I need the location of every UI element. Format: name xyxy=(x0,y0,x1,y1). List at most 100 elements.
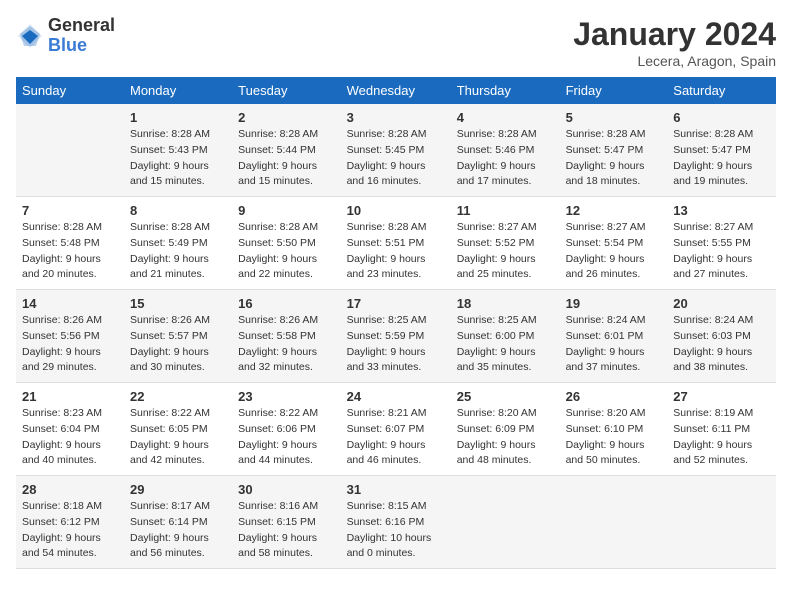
day-number: 23 xyxy=(238,389,334,404)
day-info: Sunrise: 8:28 AMSunset: 5:47 PMDaylight:… xyxy=(673,127,770,190)
day-info: Sunrise: 8:22 AMSunset: 6:05 PMDaylight:… xyxy=(130,406,226,469)
day-cell: 4Sunrise: 8:28 AMSunset: 5:46 PMDaylight… xyxy=(451,104,560,197)
day-number: 17 xyxy=(347,296,445,311)
day-cell: 13 Sunrise: 8:27 AMSunset: 5:55 PMDayligh… xyxy=(667,197,776,290)
day-cell: 22 Sunrise: 8:22 AMSunset: 6:05 PMDayligh… xyxy=(124,383,232,476)
day-info: Sunrise: 8:26 AMSunset: 5:57 PMDaylight:… xyxy=(130,313,226,376)
day-cell xyxy=(560,476,668,569)
day-info: Sunrise: 8:24 AMSunset: 6:01 PMDaylight:… xyxy=(566,313,662,376)
day-cell: 8 Sunrise: 8:28 AMSunset: 5:49 PMDaylight… xyxy=(124,197,232,290)
day-number: 11 xyxy=(457,203,554,218)
day-number: 28 xyxy=(22,482,118,497)
day-info: Sunrise: 8:27 AMSunset: 5:54 PMDaylight:… xyxy=(566,220,662,283)
day-number: 22 xyxy=(130,389,226,404)
day-cell: 27 Sunrise: 8:19 AMSunset: 6:11 PMDayligh… xyxy=(667,383,776,476)
day-cell: 26Sunrise: 8:20 AMSunset: 6:10 PMDayligh… xyxy=(560,383,668,476)
day-cell: 20 Sunrise: 8:24 AMSunset: 6:03 PMDayligh… xyxy=(667,290,776,383)
header-cell-wednesday: Wednesday xyxy=(341,77,451,104)
day-info: Sunrise: 8:25 AMSunset: 6:00 PMDaylight:… xyxy=(457,313,554,376)
day-number: 4 xyxy=(457,110,554,125)
day-number: 19 xyxy=(566,296,662,311)
day-info: Sunrise: 8:20 AMSunset: 6:09 PMDaylight:… xyxy=(457,406,554,469)
day-number: 14 xyxy=(22,296,118,311)
day-info: Sunrise: 8:28 AMSunset: 5:50 PMDaylight:… xyxy=(238,220,334,283)
day-number: 12 xyxy=(566,203,662,218)
day-number: 1 xyxy=(130,110,226,125)
header-row: SundayMondayTuesdayWednesdayThursdayFrid… xyxy=(16,77,776,104)
day-cell: 24Sunrise: 8:21 AMSunset: 6:07 PMDayligh… xyxy=(341,383,451,476)
day-cell xyxy=(16,104,124,197)
day-cell: 28 Sunrise: 8:18 AMSunset: 6:12 PMDayligh… xyxy=(16,476,124,569)
day-cell: 19 Sunrise: 8:24 AMSunset: 6:01 PMDayligh… xyxy=(560,290,668,383)
header-cell-thursday: Thursday xyxy=(451,77,560,104)
day-info: Sunrise: 8:17 AMSunset: 6:14 PMDaylight:… xyxy=(130,499,226,562)
week-row-1: 1 Sunrise: 8:28 AMSunset: 5:43 PMDaylight… xyxy=(16,104,776,197)
header-cell-sunday: Sunday xyxy=(16,77,124,104)
day-cell: 17 Sunrise: 8:25 AMSunset: 5:59 PMDayligh… xyxy=(341,290,451,383)
day-info: Sunrise: 8:28 AMSunset: 5:48 PMDaylight:… xyxy=(22,220,118,283)
day-cell: 14Sunrise: 8:26 AMSunset: 5:56 PMDayligh… xyxy=(16,290,124,383)
day-cell: 18 Sunrise: 8:25 AMSunset: 6:00 PMDayligh… xyxy=(451,290,560,383)
day-cell: 6 Sunrise: 8:28 AMSunset: 5:47 PMDaylight… xyxy=(667,104,776,197)
day-number: 26 xyxy=(566,389,662,404)
day-info: Sunrise: 8:16 AMSunset: 6:15 PMDaylight:… xyxy=(238,499,334,562)
day-info: Sunrise: 8:28 AMSunset: 5:49 PMDaylight:… xyxy=(130,220,226,283)
day-number: 6 xyxy=(673,110,770,125)
day-number: 15 xyxy=(130,296,226,311)
day-number: 5 xyxy=(566,110,662,125)
week-row-3: 14Sunrise: 8:26 AMSunset: 5:56 PMDayligh… xyxy=(16,290,776,383)
day-number: 9 xyxy=(238,203,334,218)
header-cell-monday: Monday xyxy=(124,77,232,104)
day-cell: 2Sunrise: 8:28 AMSunset: 5:44 PMDaylight… xyxy=(232,104,340,197)
day-number: 24 xyxy=(347,389,445,404)
day-number: 20 xyxy=(673,296,770,311)
day-cell: 7Sunrise: 8:28 AMSunset: 5:48 PMDaylight… xyxy=(16,197,124,290)
logo-general: General xyxy=(48,16,115,36)
day-info: Sunrise: 8:28 AMSunset: 5:47 PMDaylight:… xyxy=(566,127,662,190)
week-row-5: 28 Sunrise: 8:18 AMSunset: 6:12 PMDayligh… xyxy=(16,476,776,569)
header-cell-saturday: Saturday xyxy=(667,77,776,104)
day-cell: 25 Sunrise: 8:20 AMSunset: 6:09 PMDayligh… xyxy=(451,383,560,476)
day-info: Sunrise: 8:18 AMSunset: 6:12 PMDaylight:… xyxy=(22,499,118,562)
day-info: Sunrise: 8:24 AMSunset: 6:03 PMDaylight:… xyxy=(673,313,770,376)
day-cell: 12 Sunrise: 8:27 AMSunset: 5:54 PMDayligh… xyxy=(560,197,668,290)
day-cell xyxy=(451,476,560,569)
logo-icon xyxy=(16,22,44,50)
day-info: Sunrise: 8:22 AMSunset: 6:06 PMDaylight:… xyxy=(238,406,334,469)
day-info: Sunrise: 8:28 AMSunset: 5:51 PMDaylight:… xyxy=(347,220,445,283)
logo-text: General Blue xyxy=(48,16,115,56)
day-info: Sunrise: 8:23 AMSunset: 6:04 PMDaylight:… xyxy=(22,406,118,469)
day-cell xyxy=(667,476,776,569)
day-number: 18 xyxy=(457,296,554,311)
day-cell: 30 Sunrise: 8:16 AMSunset: 6:15 PMDayligh… xyxy=(232,476,340,569)
day-cell: 23 Sunrise: 8:22 AMSunset: 6:06 PMDayligh… xyxy=(232,383,340,476)
day-info: Sunrise: 8:25 AMSunset: 5:59 PMDaylight:… xyxy=(347,313,445,376)
day-cell: 16Sunrise: 8:26 AMSunset: 5:58 PMDayligh… xyxy=(232,290,340,383)
day-number: 13 xyxy=(673,203,770,218)
day-number: 21 xyxy=(22,389,118,404)
day-cell: 10 Sunrise: 8:28 AMSunset: 5:51 PMDayligh… xyxy=(341,197,451,290)
day-number: 31 xyxy=(347,482,445,497)
header-cell-friday: Friday xyxy=(560,77,668,104)
day-info: Sunrise: 8:28 AMSunset: 5:44 PMDaylight:… xyxy=(238,127,334,190)
logo-blue: Blue xyxy=(48,36,115,56)
day-info: Sunrise: 8:19 AMSunset: 6:11 PMDaylight:… xyxy=(673,406,770,469)
day-info: Sunrise: 8:26 AMSunset: 5:58 PMDaylight:… xyxy=(238,313,334,376)
week-row-4: 21 Sunrise: 8:23 AMSunset: 6:04 PMDayligh… xyxy=(16,383,776,476)
day-number: 30 xyxy=(238,482,334,497)
day-number: 3 xyxy=(347,110,445,125)
day-number: 27 xyxy=(673,389,770,404)
day-info: Sunrise: 8:27 AMSunset: 5:52 PMDaylight:… xyxy=(457,220,554,283)
title-area: January 2024 Lecera, Aragon, Spain xyxy=(573,16,776,69)
day-number: 8 xyxy=(130,203,226,218)
day-cell: 21 Sunrise: 8:23 AMSunset: 6:04 PMDayligh… xyxy=(16,383,124,476)
day-info: Sunrise: 8:28 AMSunset: 5:43 PMDaylight:… xyxy=(130,127,226,190)
day-number: 10 xyxy=(347,203,445,218)
main-title: January 2024 xyxy=(573,16,776,53)
day-number: 25 xyxy=(457,389,554,404)
day-info: Sunrise: 8:15 AMSunset: 6:16 PMDaylight:… xyxy=(347,499,445,562)
day-number: 29 xyxy=(130,482,226,497)
day-info: Sunrise: 8:27 AMSunset: 5:55 PMDaylight:… xyxy=(673,220,770,283)
day-cell: 9 Sunrise: 8:28 AMSunset: 5:50 PMDaylight… xyxy=(232,197,340,290)
day-cell: 1 Sunrise: 8:28 AMSunset: 5:43 PMDaylight… xyxy=(124,104,232,197)
